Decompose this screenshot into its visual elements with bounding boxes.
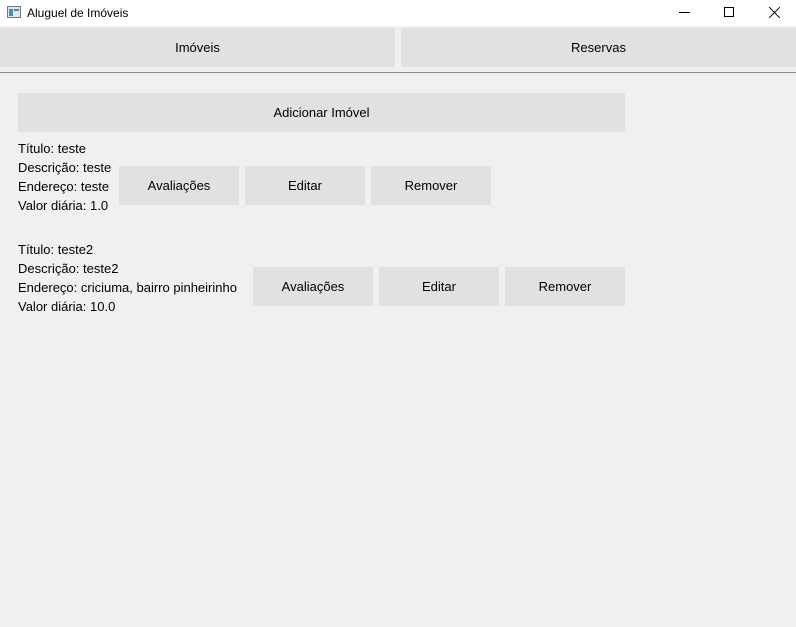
property-daily-value: Valor diária: 10.0	[18, 299, 116, 314]
property-title: Título: teste	[18, 141, 86, 156]
remove-button[interactable]: Remover	[371, 166, 491, 205]
property-daily-value: Valor diária: 1.0	[18, 198, 109, 213]
property-address: Endereço: criciuma, bairro pinheirinho	[18, 280, 237, 295]
remove-button[interactable]: Remover	[505, 267, 625, 306]
edit-button[interactable]: Editar	[245, 166, 365, 205]
tab-divider	[0, 72, 796, 73]
maximize-button[interactable]	[706, 0, 752, 26]
tab-imoveis[interactable]: Imóveis	[0, 28, 395, 67]
reviews-button[interactable]: Avaliações	[119, 166, 239, 205]
reviews-button[interactable]: Avaliações	[253, 267, 373, 306]
app-window: Aluguel de Imóveis Imóveis Reservas Adic…	[0, 0, 796, 627]
maximize-icon	[724, 7, 734, 17]
add-property-button[interactable]: Adicionar Imóvel	[18, 93, 625, 132]
minimize-icon	[679, 12, 690, 13]
app-window-icon	[7, 6, 21, 18]
close-icon	[768, 6, 781, 19]
tab-reservas[interactable]: Reservas	[401, 28, 796, 67]
property-description: Descrição: teste	[18, 160, 112, 175]
property-description: Descrição: teste2	[18, 261, 119, 276]
edit-button[interactable]: Editar	[379, 267, 499, 306]
property-title: Título: teste2	[18, 242, 94, 257]
close-button[interactable]	[751, 0, 796, 26]
minimize-button[interactable]	[661, 0, 707, 26]
window-title: Aluguel de Imóveis	[27, 6, 129, 20]
property-address: Endereço: teste	[18, 179, 110, 194]
title-bar: Aluguel de Imóveis	[0, 0, 796, 26]
